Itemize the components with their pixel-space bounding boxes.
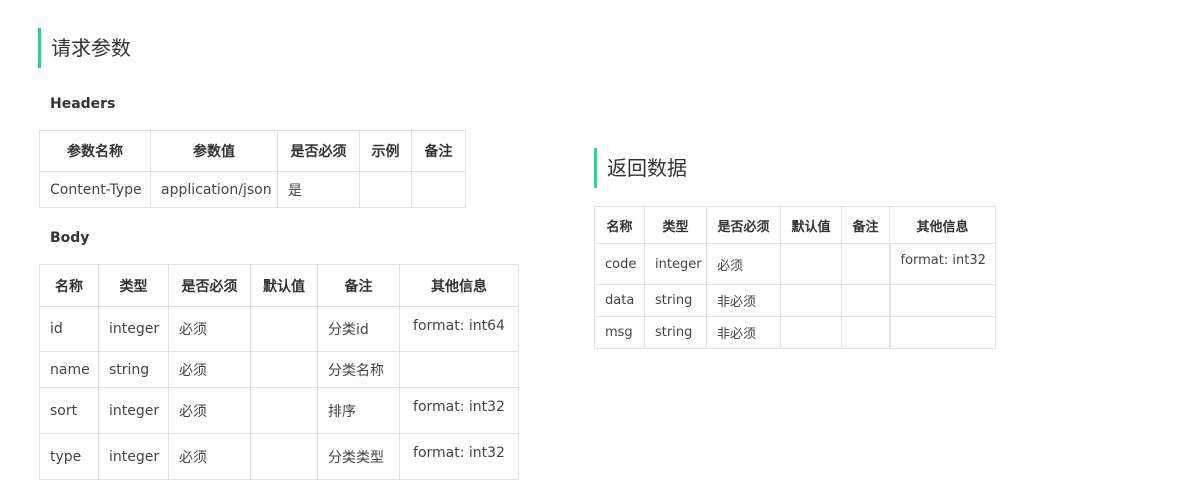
column-header: 其他信息	[399, 264, 519, 307]
table-cell: string	[644, 316, 707, 349]
table-header-row: 名称 类型 是否必须 默认值 备注 其他信息	[594, 206, 996, 244]
table-row: type integer 必须 分类类型 format: int32	[39, 433, 519, 480]
table-cell: 必须	[168, 387, 251, 434]
table-cell: application/json	[150, 171, 278, 208]
table-cell	[780, 284, 842, 317]
table-cell: name	[39, 351, 99, 388]
table-cell: 非必须	[706, 284, 781, 317]
table-cell	[780, 316, 842, 349]
table-cell: format: int32	[399, 433, 519, 480]
table-cell: id	[39, 306, 99, 352]
table-cell: msg	[594, 316, 645, 349]
table-cell	[250, 351, 318, 388]
table-row: id integer 必须 分类id format: int64	[39, 306, 519, 352]
table-cell: 排序	[317, 387, 400, 434]
table-cell	[841, 316, 890, 349]
table-cell: string	[98, 351, 169, 388]
table-cell	[780, 243, 842, 285]
table-cell	[399, 351, 519, 388]
table-cell: format: int32	[888, 243, 996, 285]
table-header-row: 名称 类型 是否必须 默认值 备注 其他信息	[39, 264, 519, 307]
table-cell: format: int32	[399, 387, 519, 434]
headers-label: Headers	[50, 96, 116, 112]
table-cell: 必须	[168, 351, 251, 388]
table-cell: string	[644, 284, 707, 317]
table-cell	[250, 306, 318, 352]
table-cell: Content-Type	[39, 171, 151, 208]
table-header-row: 参数名称 参数值 是否必须 示例 备注	[39, 130, 466, 172]
column-header: 参数名称	[39, 130, 151, 172]
column-header: 类型	[644, 206, 707, 244]
column-header: 是否必须	[168, 264, 251, 307]
table-cell: type	[39, 433, 99, 480]
table-row: Content-Type application/json 是	[39, 171, 466, 208]
column-header: 名称	[594, 206, 645, 244]
body-label: Body	[50, 230, 90, 246]
table-cell: integer	[98, 306, 169, 352]
column-header: 类型	[98, 264, 169, 307]
table-cell: 分类id	[317, 306, 400, 352]
table-cell	[250, 387, 318, 434]
table-cell: 非必须	[706, 316, 781, 349]
table-cell	[888, 284, 996, 317]
column-header: 默认值	[780, 206, 842, 244]
column-header: 其他信息	[889, 206, 996, 244]
column-header: 备注	[841, 206, 890, 244]
table-cell: integer	[98, 433, 169, 480]
table-row: name string 必须 分类名称	[39, 351, 519, 388]
response-table: 名称 类型 是否必须 默认值 备注 其他信息 code integer 必须 f…	[594, 206, 996, 349]
column-header: 名称	[39, 264, 99, 307]
table-cell: 必须	[706, 243, 781, 285]
table-row: msg string 非必须	[594, 316, 996, 349]
table-row: code integer 必须 format: int32	[594, 243, 996, 285]
column-header: 备注	[317, 264, 400, 307]
table-cell: code	[594, 243, 645, 285]
table-cell	[250, 433, 318, 480]
table-cell: integer	[644, 243, 707, 285]
table-row: data string 非必须	[594, 284, 996, 317]
response-section-title: 返回数据	[594, 148, 687, 188]
column-header: 默认值	[250, 264, 318, 307]
column-header: 参数值	[150, 130, 278, 172]
column-header: 是否必须	[706, 206, 781, 244]
table-cell: 分类名称	[317, 351, 400, 388]
table-cell	[411, 171, 466, 208]
table-cell	[888, 316, 996, 349]
table-cell	[841, 284, 890, 317]
table-cell: integer	[98, 387, 169, 434]
request-section-title: 请求参数	[38, 28, 131, 68]
table-cell: sort	[39, 387, 99, 434]
headers-table: 参数名称 参数值 是否必须 示例 备注 Content-Type applica…	[39, 130, 466, 208]
table-cell: data	[594, 284, 645, 317]
table-cell: 必须	[168, 433, 251, 480]
column-header: 是否必须	[277, 130, 360, 172]
table-cell	[359, 171, 412, 208]
table-cell: 是	[277, 171, 360, 208]
table-cell: 必须	[168, 306, 251, 352]
table-row: sort integer 必须 排序 format: int32	[39, 387, 519, 434]
table-cell: 分类类型	[317, 433, 400, 480]
table-cell	[841, 243, 890, 285]
table-cell: format: int64	[399, 306, 519, 352]
column-header: 备注	[411, 130, 466, 172]
body-table: 名称 类型 是否必须 默认值 备注 其他信息 id integer 必须 分类i…	[39, 264, 519, 480]
column-header: 示例	[359, 130, 412, 172]
